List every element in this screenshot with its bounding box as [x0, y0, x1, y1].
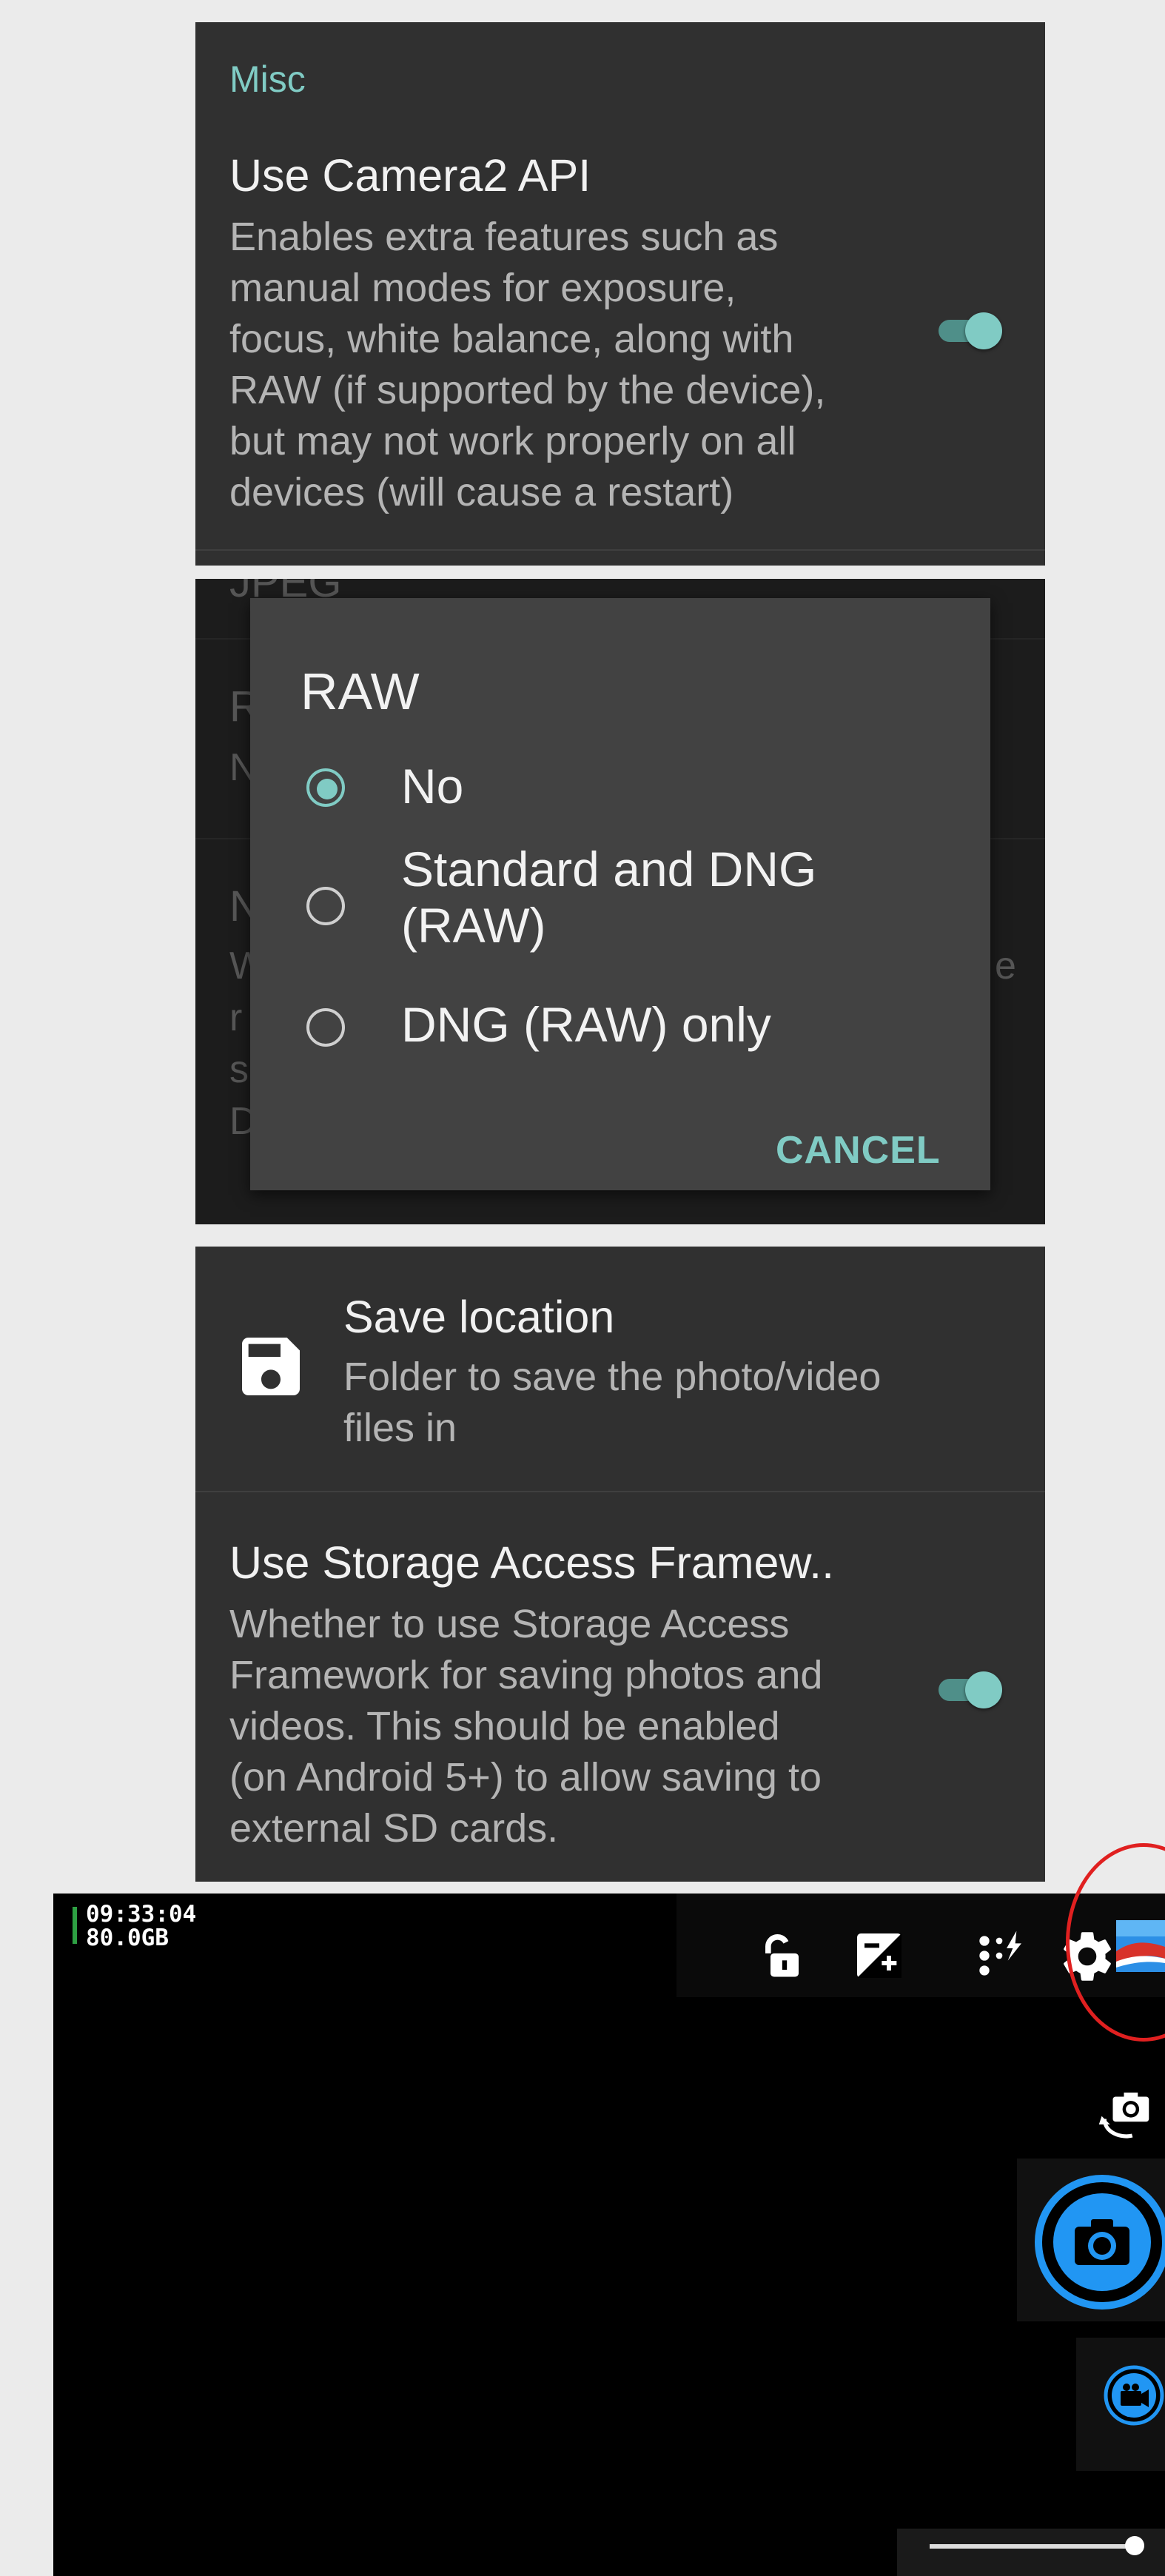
divider — [195, 549, 1045, 551]
radio-selected-icon[interactable] — [306, 768, 348, 810]
option-label: Standard and DNG (RAW) — [401, 842, 817, 953]
save-location-title: Save location — [343, 1292, 615, 1342]
camera2-title: Use Camera2 API — [229, 150, 591, 201]
exposure-icon[interactable] — [850, 1926, 909, 1985]
saf-title: Use Storage Access Framew.. — [229, 1537, 835, 1588]
battery-indicator — [73, 1907, 77, 1944]
dialog-title: RAW — [301, 663, 420, 720]
option-label: DNG (RAW) only — [401, 997, 771, 1052]
camera-preview-screen: 09:33:04 80.0GB — [53, 1894, 1165, 2576]
raw-dialog-panel: JPEG R N N W r s D e RAW No Standard and… — [195, 579, 1045, 1224]
zoom-slider[interactable] — [897, 2529, 1165, 2576]
radio-unselected-icon[interactable] — [306, 1008, 348, 1050]
camera2-summary: Enables extra features such as manual mo… — [229, 215, 826, 514]
lock-icon[interactable] — [756, 1928, 813, 1984]
take-photo-icon[interactable] — [1032, 2172, 1165, 2312]
zoom-slider-handle[interactable] — [1125, 2536, 1144, 2555]
save-location-summary: Folder to save the photo/video files in — [343, 1355, 882, 1450]
saf-toggle[interactable] — [936, 1667, 1004, 1711]
raw-dialog: RAW No Standard and DNG (RAW) DNG (RAW) … — [250, 598, 990, 1190]
camera2-toggle[interactable] — [936, 308, 1004, 352]
radio-unselected-icon[interactable] — [306, 887, 348, 928]
free-space-display: 80.0GB — [86, 1925, 169, 1951]
cancel-button[interactable]: CANCEL — [776, 1128, 941, 1173]
floppy-disk-icon — [242, 1338, 300, 1395]
section-header-misc: Misc — [229, 58, 306, 100]
misc-settings-panel: Misc Use Camera2 API Enables extra featu… — [195, 22, 1045, 566]
saf-summary: Whether to use Storage Access Framework … — [229, 1602, 823, 1851]
flash-icon[interactable] — [970, 1926, 1029, 1985]
time-display: 09:33:04 — [86, 1901, 197, 1928]
storage-settings-panel: Save location Folder to save the photo/v… — [195, 1247, 1045, 1882]
divider — [195, 1491, 1045, 1492]
option-label: No — [401, 759, 464, 814]
switch-camera-icon[interactable] — [1094, 2080, 1165, 2147]
zoom-slider-track[interactable] — [930, 2544, 1137, 2549]
switch-video-icon[interactable] — [1103, 2364, 1165, 2426]
